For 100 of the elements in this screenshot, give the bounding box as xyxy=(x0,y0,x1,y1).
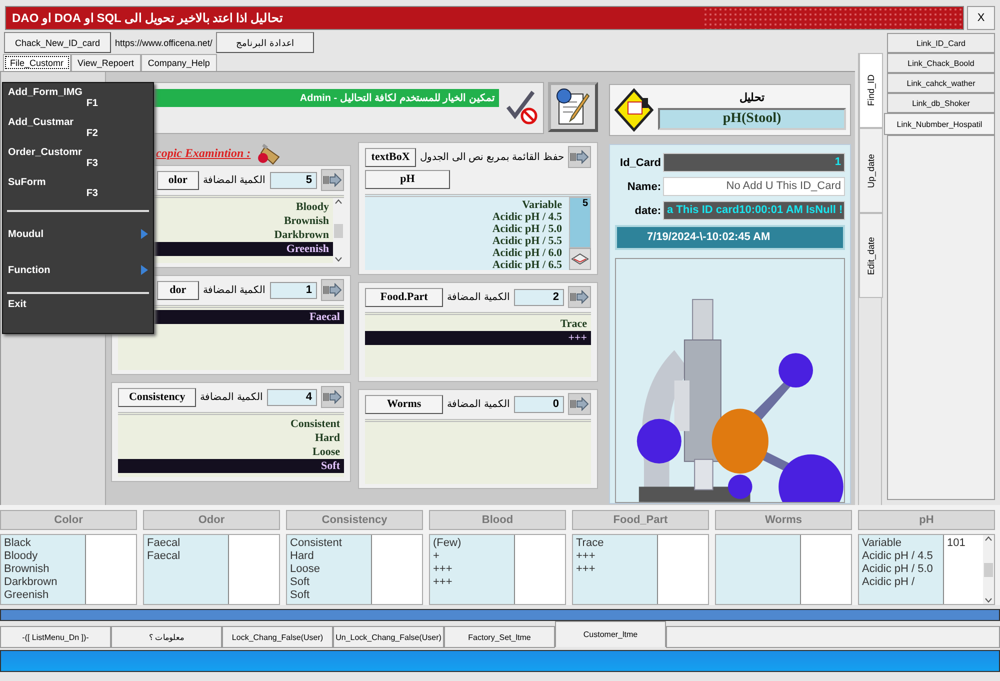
toolbar-button[interactable]: اعدادة البرنامج xyxy=(216,32,314,53)
category-button[interactable]: Food.Part xyxy=(365,288,444,306)
list-box[interactable]: Consistent Hard Loose Soft xyxy=(118,412,344,477)
list-item[interactable]: Acidic pH / 5.5 xyxy=(365,235,566,247)
list-item[interactable]: (Few) xyxy=(433,537,511,550)
footer-tab[interactable]: Customer_ltme xyxy=(555,621,666,647)
tab[interactable]: Company_Help xyxy=(140,54,217,71)
scroll-down-icon[interactable] xyxy=(985,598,992,603)
list-item[interactable]: Soft xyxy=(118,459,344,473)
list-item[interactable]: Loose xyxy=(118,445,344,459)
list-item[interactable]: Acidic pH / 5.0 xyxy=(365,223,566,235)
list-item[interactable]: +++ xyxy=(433,563,511,576)
list-item[interactable]: +++ xyxy=(576,550,654,563)
next-button[interactable] xyxy=(321,386,344,408)
vertical-tab[interactable]: Find_ID xyxy=(859,53,883,128)
list-item[interactable]: Brownish xyxy=(4,563,82,576)
category-button[interactable]: olor xyxy=(157,170,199,190)
list-item[interactable]: +++ xyxy=(576,563,654,576)
list-item[interactable]: Acidic pH / 6.5 xyxy=(365,259,566,270)
tray-button[interactable] xyxy=(569,248,591,270)
list-item[interactable]: Acidic pH / 4.5 xyxy=(365,211,566,223)
category-button[interactable]: Consistency xyxy=(118,388,196,406)
input-field[interactable]: 1 xyxy=(663,153,845,172)
vertical-tab[interactable]: Edit_date xyxy=(859,213,883,298)
next-button[interactable] xyxy=(568,286,591,308)
tab[interactable]: View_Repoert xyxy=(70,54,141,71)
category-button[interactable]: Worms xyxy=(365,394,444,414)
scroll-up-icon[interactable] xyxy=(335,199,342,204)
list-item[interactable]: Darkbrown xyxy=(4,576,82,589)
quantity-field[interactable]: 4 xyxy=(266,388,317,406)
list-item[interactable]: Faecal xyxy=(147,537,225,550)
list-box[interactable]: Variable Acidic pH / 4.5 Acidic pH / 5.0 Acidic pH / 5.5 Acidic pH / 6.0 Acidic pH / 6.5 5 xyxy=(365,194,591,270)
next-button[interactable] xyxy=(321,279,344,301)
list-item[interactable]: Soft xyxy=(290,589,368,602)
footer-tab[interactable]: Lock_Chang_False(User) xyxy=(222,626,333,648)
list-item[interactable]: Acidic pH / 4.5 xyxy=(862,550,940,563)
quantity-label: الكمية المضافة xyxy=(200,391,263,403)
list-item[interactable]: Variable xyxy=(365,199,566,211)
footer-tab[interactable]: Un_Lock_Chang_False(User) xyxy=(333,626,444,648)
category-button[interactable]: dor xyxy=(157,280,199,300)
menu-item[interactable]: Order_Customr F3 xyxy=(7,146,149,176)
list-item[interactable]: Soft xyxy=(290,576,368,589)
next-button[interactable] xyxy=(568,146,591,168)
list-item[interactable]: Greenish xyxy=(4,589,82,602)
link-tab[interactable]: Link_cahck_wather xyxy=(887,73,995,93)
tab[interactable]: File_Customr xyxy=(3,54,71,71)
input-field[interactable]: No Add U This ID_Card xyxy=(663,177,845,196)
list-box[interactable]: Trace +++ xyxy=(365,312,591,377)
toolbar-button[interactable]: Chack_New_ID_card xyxy=(4,32,112,53)
list-item[interactable]: Acidic pH / xyxy=(862,576,940,589)
list-item[interactable]: Hard xyxy=(118,431,344,445)
input-field[interactable]: a This ID card10:00:01 AM IsNull ! xyxy=(663,201,845,220)
textbox-button[interactable]: textBoX xyxy=(365,148,416,166)
diamond-sign-icon xyxy=(614,88,654,132)
scroll-down-icon[interactable] xyxy=(335,257,342,262)
report-button[interactable] xyxy=(548,82,598,132)
list-item[interactable]: Faecal xyxy=(147,550,225,563)
list-item[interactable]: Loose xyxy=(290,563,368,576)
next-button[interactable] xyxy=(321,169,344,191)
list-item[interactable]: Consistent xyxy=(290,537,368,550)
list-item[interactable]: Bloody xyxy=(4,550,82,563)
list-item[interactable]: Black xyxy=(4,537,82,550)
scroll-thumb[interactable] xyxy=(984,562,993,576)
value-box xyxy=(800,535,851,604)
url-text[interactable]: https://www.officena.net/ xyxy=(113,38,214,48)
vertical-tab[interactable]: Up_date xyxy=(859,128,883,213)
list-item[interactable]: Variable xyxy=(862,537,940,550)
list-box[interactable]: Faecal xyxy=(118,305,344,370)
footer-tab[interactable]: Factory_Set_ltme xyxy=(444,626,555,648)
list-item[interactable]: Consistent xyxy=(118,417,344,431)
list-item[interactable]: Trace xyxy=(576,537,654,550)
list-item[interactable]: +++ xyxy=(365,331,591,345)
next-button[interactable] xyxy=(568,393,591,415)
link-tab[interactable]: Link_Nubmber_Hospatil xyxy=(884,113,995,135)
footer-tab[interactable]: معلومات ؟ xyxy=(111,626,222,648)
quantity-field[interactable]: 2 xyxy=(514,288,564,306)
value-box xyxy=(85,535,136,604)
list-item[interactable]: Hard xyxy=(290,550,368,563)
list-item[interactable]: +++ xyxy=(433,576,511,589)
quantity-field[interactable]: 1 xyxy=(270,282,317,298)
list-item[interactable]: Acidic pH / 6.0 xyxy=(365,247,566,259)
link-tab[interactable]: Link_Chack_Boold xyxy=(887,53,995,73)
column-header: Color xyxy=(0,510,137,530)
quantity-field[interactable]: 0 xyxy=(514,396,564,412)
footer-tab[interactable]: -([ ListMenu_Dn ])- xyxy=(0,626,111,648)
shortcut-label: F1 xyxy=(86,98,98,109)
list-item[interactable]: Acidic pH / 5.0 xyxy=(862,563,940,576)
quantity-field[interactable]: 5 xyxy=(270,172,317,188)
list-item[interactable]: + xyxy=(433,550,511,563)
list-item[interactable]: Trace xyxy=(365,317,591,331)
close-button[interactable]: X xyxy=(967,6,995,30)
check-forbidden-icon[interactable] xyxy=(505,89,539,125)
scrollbar[interactable] xyxy=(983,535,994,604)
link-tab[interactable]: Link_ID_Card xyxy=(887,33,995,53)
menu-item[interactable]: Add_Custmar F2 xyxy=(7,116,149,146)
scroll-thumb[interactable] xyxy=(334,224,343,238)
link-tab[interactable]: Link_db_Shoker xyxy=(887,93,995,113)
shortcut-label: F2 xyxy=(86,128,98,139)
scroll-up-icon[interactable] xyxy=(985,536,992,541)
category-button[interactable]: pH xyxy=(365,170,450,188)
